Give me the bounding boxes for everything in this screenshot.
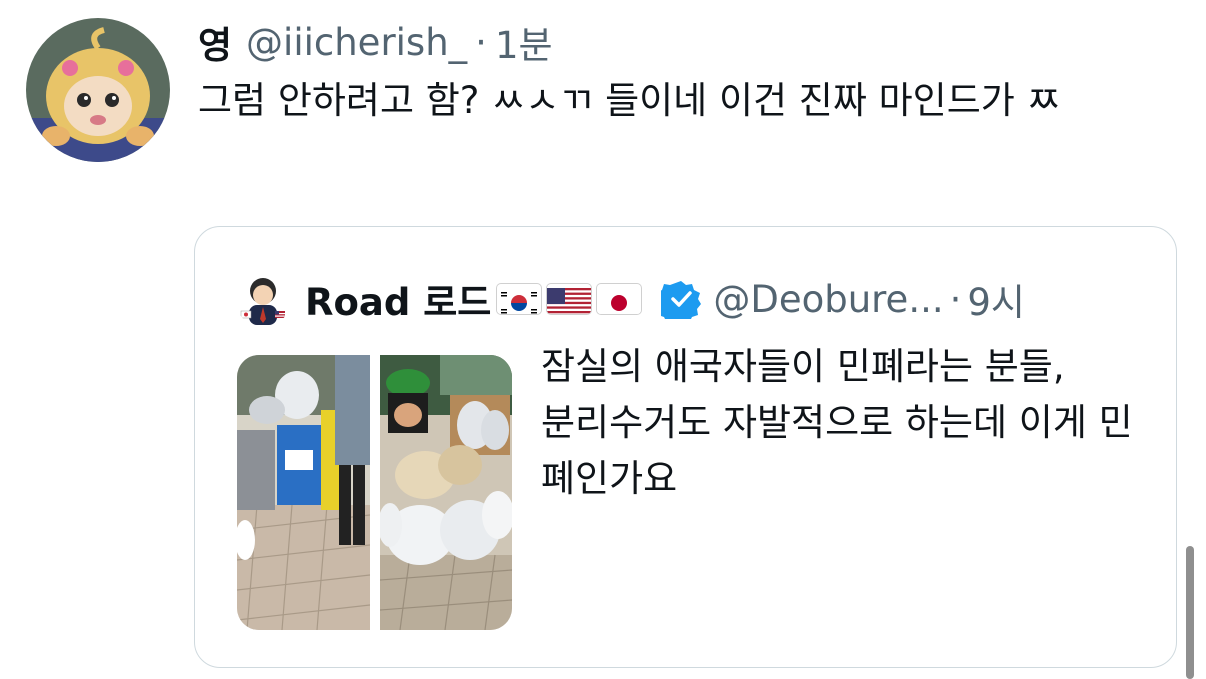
user-avatar[interactable] (26, 18, 170, 162)
scrollbar-thumb[interactable] (1186, 546, 1194, 679)
quoted-media[interactable] (237, 355, 512, 630)
tweet-text: 그럼 안하려고 함? ㅆㅅㄲ 들이네 이건 진짜 마인드가 ㅉ (198, 79, 1061, 122)
quoted-user-avatar[interactable] (235, 271, 291, 327)
flag-emojis (497, 284, 647, 314)
quoted-tweet-card[interactable]: Road 로드 @Deobure... · 9시 잠실의 애국자들이 민폐라는 … (194, 226, 1177, 668)
quoted-separator-dot: · (949, 277, 962, 321)
quoted-user-handle[interactable]: @Deobure... (713, 278, 943, 321)
south-korea-flag-icon (497, 284, 542, 314)
tweet-header: 영 @iiicherish_ · 1분 (198, 14, 553, 70)
quoted-tweet-text: 잠실의 애국자들이 민폐라는 분들, 분리수거도 자발적으로 하는데 이게 민폐… (541, 345, 1133, 500)
quoted-tweet-header: Road 로드 @Deobure... · 9시 (235, 271, 1025, 327)
photo-divider (370, 355, 380, 630)
japan-flag-icon (597, 284, 642, 314)
verified-badge-icon (655, 279, 702, 324)
quoted-display-name[interactable]: Road 로드 (305, 272, 491, 326)
united-states-flag-icon (547, 284, 592, 314)
quoted-timestamp[interactable]: 9시 (967, 272, 1025, 326)
tweet: 영 @iiicherish_ · 1분 그럼 안하려고 함? ㅆㅅㄲ 들이네 이… (0, 0, 1206, 679)
photo-left[interactable] (237, 355, 371, 630)
user-handle[interactable]: @iiicherish_ (246, 21, 467, 64)
photo-right[interactable] (378, 355, 512, 630)
display-name[interactable]: 영 (198, 15, 232, 69)
timestamp[interactable]: 1분 (495, 15, 553, 69)
separator-dot: · (475, 20, 487, 64)
